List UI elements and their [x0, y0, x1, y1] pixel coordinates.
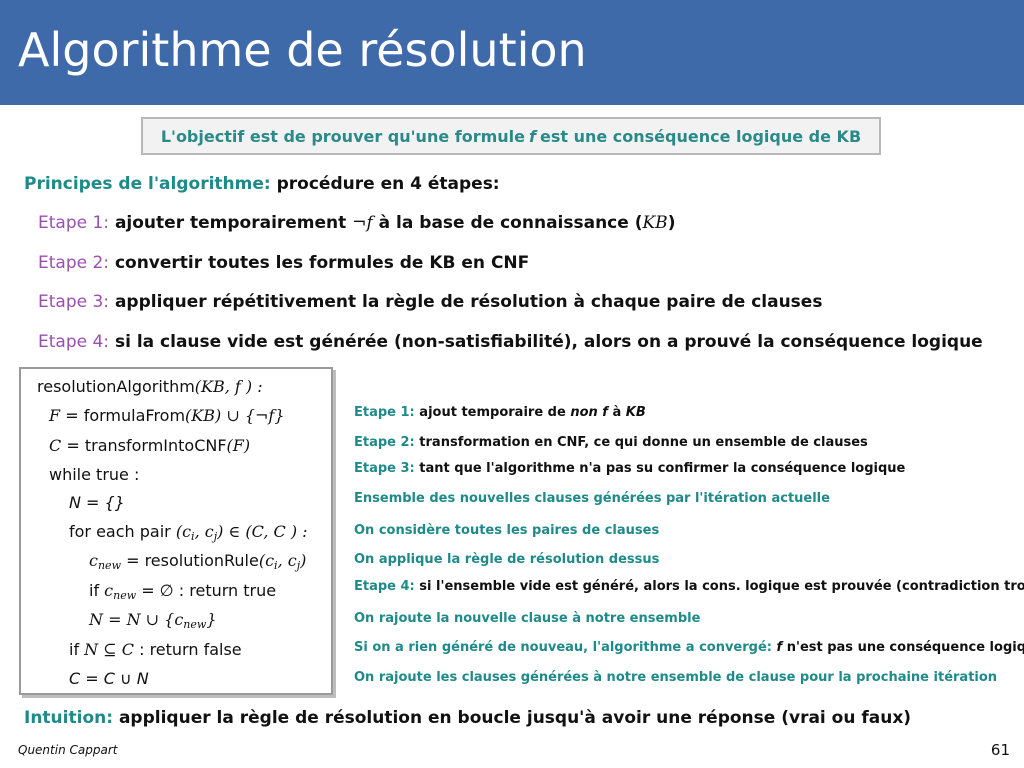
- algo-l1-args: (KB) ∪ {¬f}: [185, 406, 285, 425]
- algo-fn-name: resolutionAlgorithm: [37, 377, 195, 396]
- algo-l7-sub-new: new: [113, 589, 137, 602]
- step-4: Etape 4: si la clause vide est générée (…: [38, 332, 983, 352]
- algo-line-if-subset: if N ⊆ C : return false: [69, 640, 242, 659]
- step-1: Etape 1: ajouter temporairement ¬f à la …: [38, 213, 675, 233]
- algo-l6-args-a: (c: [258, 551, 275, 570]
- algo-l8-a: N = N ∪ {c: [89, 610, 184, 629]
- principles-text: procédure en 4 étapes:: [276, 174, 500, 194]
- step-3-label: Etape 3:: [38, 292, 110, 312]
- note-9-em: f: [776, 640, 783, 655]
- algorithm-box: resolutionAlgorithm(KB, f ) : F = formul…: [19, 367, 333, 695]
- algo-l9-return: : return false: [139, 640, 242, 659]
- algo-l6-eq: =: [120, 551, 145, 570]
- step-2-label: Etape 2:: [38, 253, 110, 273]
- note-resolution: On applique la règle de résolution dessu…: [354, 552, 660, 567]
- note-step-3: Etape 3: tant que l'algorithme n'a pas s…: [354, 461, 905, 476]
- algo-l9-if: if: [69, 640, 80, 659]
- algo-l7-c: c: [104, 581, 114, 600]
- algo-l1-eq: =: [65, 406, 79, 425]
- note-9-text-a: Si on a rien généré de nouveau, l'algori…: [354, 640, 772, 655]
- algo-l5-text: for each pair: [69, 522, 171, 541]
- step-4-label: Etape 4:: [38, 332, 110, 352]
- algo-l6-sub-new: new: [97, 559, 121, 572]
- step-2: Etape 2: convertir toutes les formules d…: [38, 253, 529, 273]
- algo-line-if-empty: if cnew = ∅ : return true: [89, 581, 276, 602]
- algo-l8-b: }: [206, 610, 217, 629]
- note-1-text-a: ajout temporaire de: [419, 405, 566, 420]
- algo-l2-args: (F): [226, 436, 251, 455]
- algo-l6-c: c: [89, 551, 98, 570]
- objective-box: L'objectif est de prouver qu'une formule…: [141, 117, 881, 155]
- note-pairs: On considère toutes les paires de clause…: [354, 523, 660, 538]
- step-1-label: Etape 1:: [38, 213, 110, 233]
- step-1-text-c: ): [667, 213, 676, 233]
- algo-l7-if: if: [89, 581, 100, 600]
- note-3-label: Etape 3:: [354, 461, 415, 476]
- step-4-text: si la clause vide est générée (non-satis…: [114, 332, 983, 352]
- step-1-math-not-f: ¬f: [352, 213, 373, 233]
- algo-line-union: C = C ∪ N: [69, 669, 149, 688]
- note-2-label: Etape 2:: [354, 435, 415, 450]
- note-add-generated: On rajoute les clauses générées à notre …: [354, 670, 998, 685]
- note-add-clause: On rajoute la nouvelle clause à notre en…: [354, 611, 701, 626]
- footer-author: Quentin Cappart: [18, 743, 118, 757]
- step-3-text: appliquer répétitivement la règle de rés…: [114, 292, 823, 312]
- algo-line-for-each: for each pair (ci, cj) ∈ (C, C ) :: [69, 522, 308, 543]
- principles-label: Principes de l'algorithme:: [24, 174, 271, 194]
- algo-l5-open: (c: [175, 522, 192, 541]
- slide-title: Algorithme de résolution: [18, 23, 587, 77]
- intuition-text: appliquer la règle de résolution en bouc…: [118, 708, 912, 728]
- step-2-text: convertir toutes les formules de KB en C…: [114, 253, 530, 273]
- principles-line: Principes de l'algorithme: procédure en …: [24, 174, 500, 194]
- note-1-label: Etape 1:: [354, 405, 415, 420]
- note-2-text: transformation en CNF, ce qui donne un e…: [419, 435, 868, 450]
- note-1-em: non f: [570, 405, 608, 420]
- intuition-label: Intuition:: [24, 708, 114, 728]
- algo-line-while: while true :: [49, 465, 140, 484]
- algo-line-resolution-rule: cnew = resolutionRule(ci, cj): [89, 551, 306, 572]
- step-1-math-kb: KB: [642, 213, 668, 233]
- intuition-line: Intuition: appliquer la règle de résolut…: [24, 708, 911, 728]
- note-1-em2: KB: [625, 405, 646, 420]
- algo-l7-return: : return true: [178, 581, 277, 600]
- algo-l2-eq: =: [66, 436, 80, 455]
- algo-l5-math: (ci, cj) ∈ (C, C ) :: [175, 522, 308, 543]
- algo-line-signature: resolutionAlgorithm(KB, f ) :: [37, 377, 263, 396]
- note-1-text-b: à: [612, 405, 622, 420]
- note-7-label: Etape 4:: [354, 579, 415, 594]
- objective-formula-var: f: [529, 126, 536, 146]
- algo-l7-rest: = ∅: [136, 581, 174, 600]
- algo-line-formula: F = formulaFrom(KB) ∪ {¬f}: [49, 406, 285, 425]
- footer-page-number: 61: [990, 741, 1010, 759]
- algo-fn-args: (KB, f ) :: [194, 377, 263, 396]
- algo-l8-sub-new: new: [183, 618, 207, 631]
- algo-l6-fn: resolutionRule: [144, 551, 259, 570]
- algo-line-cnf: C = transformIntoCNF(F): [49, 436, 250, 455]
- step-1-text-a: ajouter temporairement: [114, 213, 347, 233]
- note-new-set: Ensemble des nouvelles clauses générées …: [354, 491, 830, 506]
- algo-line-add-clause: N = N ∪ {cnew}: [89, 610, 217, 631]
- algo-l9-math: N ⊆ C: [84, 640, 134, 659]
- algo-l5-mid: , c: [194, 522, 214, 541]
- note-converged: Si on a rien généré de nouveau, l'algori…: [354, 640, 1024, 655]
- note-9-text-b: n'est pas une conséquence logique: [786, 640, 1024, 655]
- note-step-1: Etape 1: ajout temporaire de non f à KB: [354, 405, 646, 420]
- note-step-2: Etape 2: transformation en CNF, ce qui d…: [354, 435, 868, 450]
- slide-header: Algorithme de résolution: [0, 0, 1024, 105]
- algo-line-new-set: N = {}: [69, 493, 125, 512]
- step-3: Etape 3: appliquer répétitivement la règ…: [38, 292, 822, 312]
- algo-l6-args-b: , c: [277, 551, 297, 570]
- note-7-text: si l'ensemble vide est généré, alors la …: [419, 579, 1024, 594]
- algo-l1-lhs: F: [49, 406, 61, 425]
- algo-l2-lhs: C: [49, 436, 62, 455]
- objective-text-after: est une conséquence logique de KB: [539, 126, 862, 146]
- note-step-4: Etape 4: si l'ensemble vide est généré, …: [354, 579, 1024, 594]
- step-1-text-b: à la base de connaissance (: [378, 213, 643, 233]
- algo-l2-fn: transformIntoCNF: [84, 436, 227, 455]
- algo-l6-args-c: ): [300, 551, 307, 570]
- objective-text-before: L'objectif est de prouver qu'une formule: [160, 126, 525, 146]
- algo-l1-fn: formulaFrom: [83, 406, 186, 425]
- algo-l5-end: ) ∈ (C, C ) :: [217, 522, 308, 541]
- note-3-text: tant que l'algorithme n'a pas su confirm…: [419, 461, 906, 476]
